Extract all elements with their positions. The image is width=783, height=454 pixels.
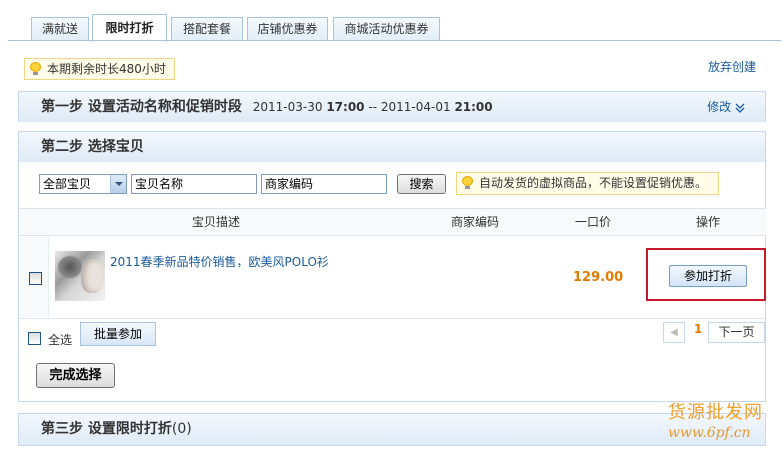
virtual-goods-warning: 自动发货的虚拟商品，不能设置促销优惠。 (456, 172, 719, 195)
row-checkbox[interactable] (29, 272, 42, 285)
tab-combo-package[interactable]: 搭配套餐 (171, 17, 243, 41)
tab-limited-discount[interactable]: 限时打折 (92, 14, 167, 42)
step2-title: 第二步 选择宝贝 (41, 139, 144, 155)
step1-header: 第一步 设置活动名称和促销时段 2011-03-30 17:00 -- 2011… (19, 92, 765, 122)
prev-page-button[interactable]: ◀ (663, 322, 685, 343)
product-thumbnail[interactable] (55, 251, 105, 301)
watermark-url: www.6pf.cn (668, 425, 751, 441)
end-date: 2011-04-01 (380, 100, 451, 114)
col-price-header: 一口价 (575, 215, 612, 229)
step1-time-range: 2011-03-30 17:00 -- 2011-04-01 21:00 (253, 100, 493, 114)
select-all-checkbox[interactable] (28, 332, 41, 345)
item-name-input[interactable]: 宝贝名称 (131, 174, 257, 194)
remaining-time-notice: 本期剩余时长480小时 (24, 58, 175, 80)
start-time: 17:00 (326, 100, 365, 114)
remaining-time-text: 本期剩余时长480小时 (47, 62, 166, 76)
select-all-label[interactable]: 全选 (48, 331, 72, 348)
table-header: 宝贝描述 商家编码 一口价 操作 (19, 208, 766, 236)
category-select[interactable]: 全部宝贝 (39, 174, 127, 194)
step1-title: 第一步 设置活动名称和促销时段 (41, 99, 242, 115)
step3-title: 第三步 设置限时打折 (41, 421, 172, 437)
time-separator: -- (368, 100, 378, 114)
abandon-create-link[interactable]: 放弃创建 (708, 58, 756, 75)
finish-selection-button[interactable]: 完成选择 (36, 363, 115, 388)
virtual-goods-warning-text: 自动发货的虚拟商品，不能设置促销优惠。 (479, 176, 708, 190)
modify-link[interactable]: 修改 (707, 92, 745, 122)
current-page-number: 1 (694, 322, 703, 336)
double-chevron-down-icon (735, 103, 745, 113)
tab-shop-coupon[interactable]: 店铺优惠券 (247, 17, 328, 41)
step2-header: 第二步 选择宝贝 (19, 132, 765, 162)
batch-join-button[interactable]: 批量参加 (80, 322, 156, 346)
tab-full-gift[interactable]: 满就送 (31, 17, 89, 41)
step1-panel: 第一步 设置活动名称和促销时段 2011-03-30 17:00 -- 2011… (18, 91, 766, 122)
tab-divider (8, 40, 781, 41)
lightbulb-icon (462, 176, 473, 189)
table-row: 2011春季新品特价销售，欧美风POLO衫 129.00 (19, 237, 766, 317)
tab-mall-coupon[interactable]: 商城活动优惠券 (333, 17, 440, 41)
tab-bar: 满就送 限时打折 搭配套餐 店铺优惠券 商城活动优惠券 (0, 0, 783, 42)
category-select-value: 全部宝贝 (43, 177, 92, 191)
product-price: 129.00 (573, 270, 624, 285)
modify-label: 修改 (707, 100, 732, 114)
col-code-header: 商家编码 (451, 215, 500, 229)
end-time: 21:00 (454, 100, 493, 114)
merchant-code-input[interactable]: 商家编码 (261, 174, 387, 194)
next-page-button[interactable]: 下一页 (708, 322, 765, 343)
join-discount-button[interactable]: 参加打折 (669, 265, 747, 287)
product-title-link[interactable]: 2011春季新品特价销售，欧美风POLO衫 (110, 253, 329, 270)
start-date: 2011-03-30 (252, 100, 323, 114)
step3-panel: 第三步 设置限时打折(0) (18, 413, 766, 446)
col-action-header: 操作 (696, 215, 721, 229)
chevron-down-icon[interactable] (110, 175, 126, 193)
step3-header: 第三步 设置限时打折(0) (19, 414, 765, 445)
lightbulb-icon (30, 62, 41, 75)
step3-count: (0) (171, 421, 192, 437)
search-button[interactable]: 搜索 (397, 174, 446, 194)
watermark-title: 货源批发网 (668, 402, 763, 423)
col-desc-header: 宝贝描述 (192, 215, 241, 229)
